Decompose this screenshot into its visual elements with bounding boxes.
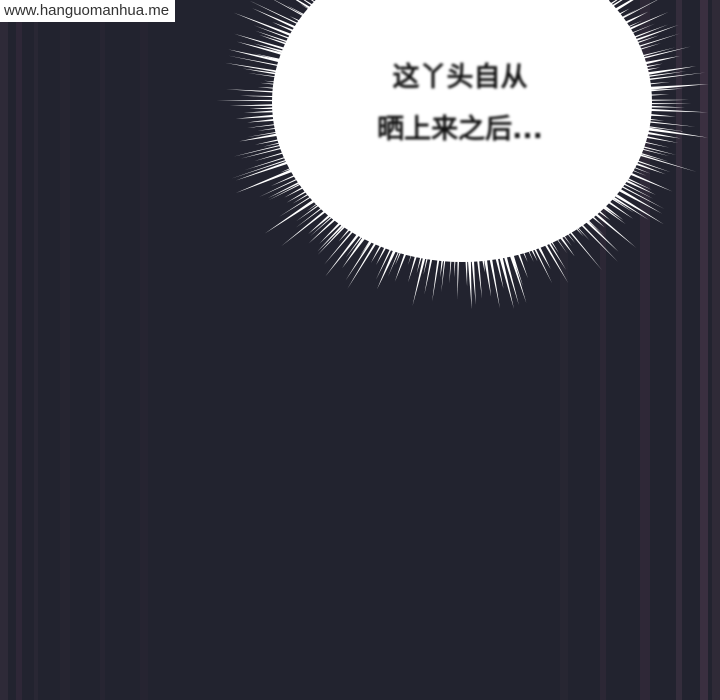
watermark: www.hanguomanhua.me bbox=[0, 0, 176, 22]
burst-spike bbox=[457, 237, 461, 300]
dialogue-line-2: 晒上来之后... bbox=[377, 114, 543, 145]
burst-spike bbox=[623, 99, 690, 102]
comic-panel: 这丫头自从 晒上来之后... www.hanguomanhua.me bbox=[0, 0, 720, 700]
dialogue-text: 这丫头自从 晒上来之后... bbox=[330, 52, 590, 156]
burst-spike bbox=[464, 237, 468, 287]
burst-spike bbox=[229, 103, 301, 106]
burst-spike bbox=[623, 102, 692, 105]
burst-spike bbox=[216, 99, 301, 102]
burst-spike bbox=[623, 104, 685, 108]
dialogue-line-1: 这丫头自从 bbox=[392, 62, 528, 93]
